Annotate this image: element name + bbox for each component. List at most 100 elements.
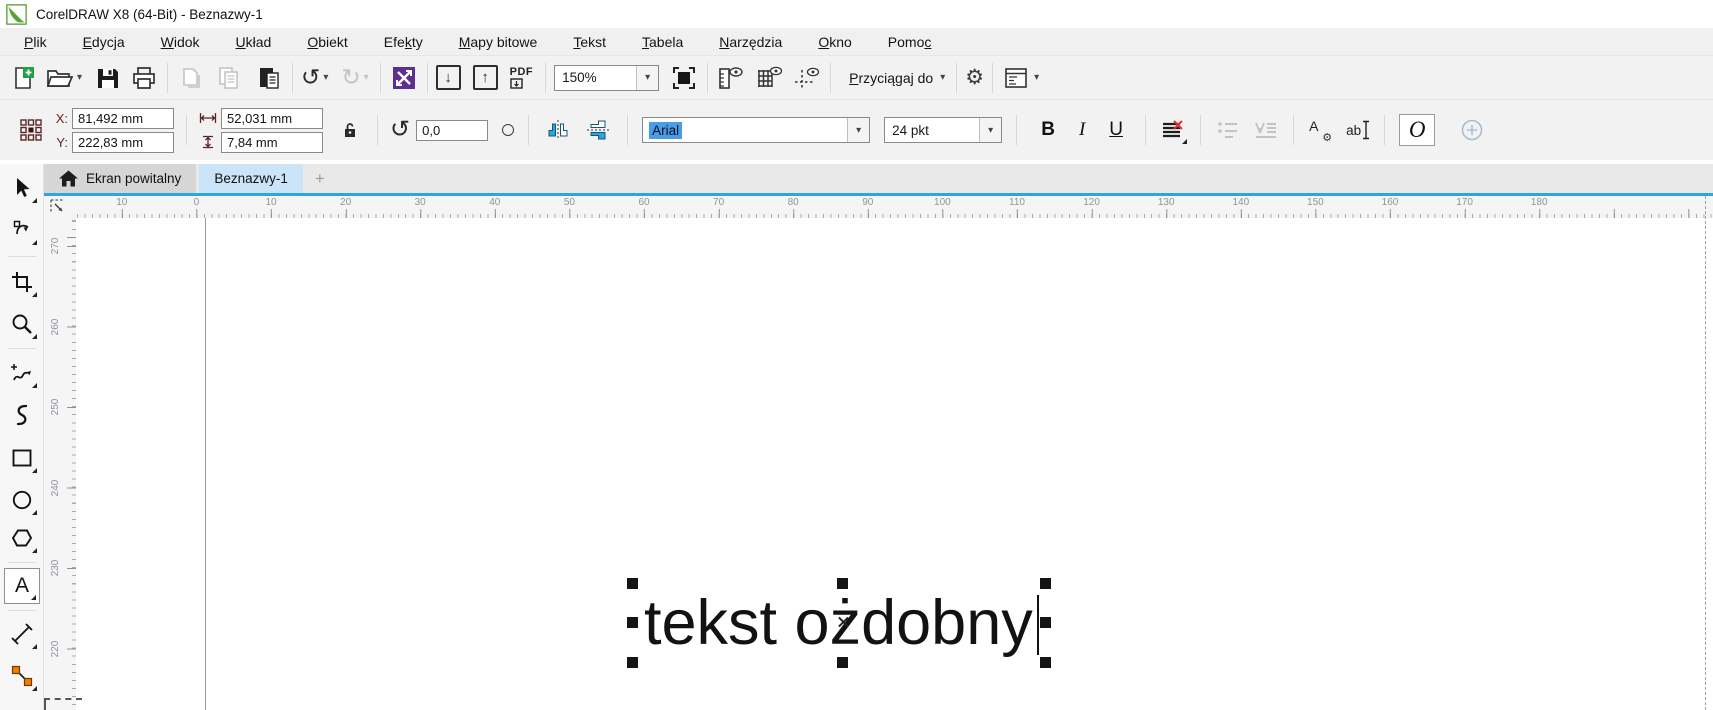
- toolbox: A: [0, 164, 44, 710]
- bulleted-list-button[interactable]: [1213, 115, 1243, 145]
- object-height-field[interactable]: 7,84 mm: [221, 131, 323, 153]
- workspace-dropdown-icon[interactable]: ▾: [1031, 72, 1042, 83]
- y-position-field[interactable]: 222,83 mm: [72, 131, 174, 153]
- new-tab-button[interactable]: +: [303, 164, 337, 193]
- text-tool[interactable]: A: [4, 568, 40, 604]
- selection-handle-bottom-left[interactable]: [627, 657, 638, 668]
- zoom-tool[interactable]: [4, 306, 40, 342]
- snap-to-dropdown-icon[interactable]: ▾: [937, 72, 948, 83]
- menu-narzedzia[interactable]: Narzędzia: [708, 30, 793, 54]
- fullscreen-preview-button[interactable]: [669, 63, 699, 93]
- ruler-origin-corner[interactable]: [44, 196, 76, 218]
- mirror-vertical-button[interactable]: [583, 115, 613, 145]
- font-size-dropdown-button[interactable]: ▾: [979, 118, 1002, 142]
- show-guidelines-button[interactable]: [792, 63, 822, 93]
- connector-tool[interactable]: [4, 658, 40, 694]
- zoom-dropdown-button[interactable]: ▾: [636, 65, 659, 90]
- zoom-level-combobox[interactable]: 150% ▾: [554, 64, 660, 91]
- character-formatting-button[interactable]: A ⚙: [1306, 118, 1332, 144]
- pick-tool[interactable]: [4, 170, 40, 206]
- menu-obiekt[interactable]: Obiekt: [296, 30, 358, 54]
- selection-handle-top-left[interactable]: [627, 578, 638, 589]
- rotation-icon: ↺: [390, 116, 411, 143]
- search-content-button[interactable]: [389, 63, 419, 93]
- new-document-button[interactable]: [8, 63, 38, 93]
- open-dropdown-icon[interactable]: ▾: [74, 72, 85, 83]
- cut-button[interactable]: [176, 63, 206, 93]
- menu-pomoc[interactable]: Pomoc: [877, 30, 943, 54]
- selection-handle-top-right[interactable]: [1040, 578, 1051, 589]
- font-name-value: Arial: [649, 121, 683, 139]
- edit-text-button[interactable]: ab: [1346, 120, 1370, 140]
- coreldraw-window: CorelDRAW X8 (64-Bit) - Beznazwy-1 Plik …: [0, 0, 1713, 710]
- export-button[interactable]: ↑: [472, 65, 498, 90]
- open-document-button[interactable]: [44, 63, 74, 93]
- menu-tekst[interactable]: Tekst: [562, 30, 617, 54]
- save-button[interactable]: [93, 63, 123, 93]
- drop-cap-button[interactable]: [1251, 115, 1281, 145]
- redo-icon[interactable]: ↻: [341, 66, 360, 89]
- undo-dropdown-icon[interactable]: ▾: [320, 72, 331, 83]
- paste-button[interactable]: [254, 63, 284, 93]
- menu-edycja[interactable]: Edycja: [72, 30, 136, 54]
- menu-efekty[interactable]: Efekty: [373, 30, 434, 54]
- standard-toolbar: ▾ ↺ ▾ ↻ ▾ ↓ ↑ PDF 150% ▾ Przyciągaj do ▾…: [0, 56, 1713, 100]
- opentype-interactive-button[interactable]: O: [1399, 114, 1436, 146]
- object-height-icon: [203, 135, 213, 149]
- import-button[interactable]: ↓: [435, 65, 461, 90]
- selection-handle-top-center[interactable]: [837, 578, 848, 589]
- bold-button[interactable]: B: [1031, 115, 1065, 145]
- font-list-dropdown-button[interactable]: ▾: [847, 118, 870, 142]
- font-size-combobox[interactable]: 24 pkt ▾: [884, 117, 1003, 143]
- menu-mapy-bitowe[interactable]: Mapy bitowe: [448, 30, 549, 54]
- font-list-combobox[interactable]: Arial ▾: [642, 117, 871, 143]
- menu-plik[interactable]: Plik: [13, 30, 58, 54]
- rectangle-tool[interactable]: [4, 440, 40, 476]
- publish-pdf-button[interactable]: PDF: [510, 66, 534, 89]
- menu-okno[interactable]: Okno: [807, 30, 862, 54]
- tab-welcome-screen[interactable]: Ekran powitalny: [44, 164, 197, 193]
- page-boundary-dashes: [44, 698, 82, 710]
- show-grid-button[interactable]: [754, 63, 784, 93]
- options-gear-icon[interactable]: ⚙: [965, 65, 984, 90]
- print-button[interactable]: [129, 63, 159, 93]
- italic-button[interactable]: I: [1065, 115, 1099, 145]
- underline-button[interactable]: U: [1099, 115, 1133, 145]
- lock-ratio-icon[interactable]: [335, 115, 365, 145]
- snap-to-button[interactable]: Przyciągaj do: [849, 70, 933, 86]
- ellipse-tool[interactable]: [4, 482, 40, 518]
- mirror-horizontal-button[interactable]: [543, 115, 573, 145]
- menu-uklad[interactable]: Układ: [225, 30, 283, 54]
- dimension-tool[interactable]: [4, 616, 40, 652]
- selection-handle-bottom-right[interactable]: [1040, 657, 1051, 668]
- menu-tabela[interactable]: Tabela: [631, 30, 694, 54]
- add-property-button[interactable]: [1457, 115, 1487, 145]
- freehand-tool[interactable]: [4, 355, 40, 391]
- selection-handle-middle-right[interactable]: [1040, 617, 1051, 628]
- shape-tool[interactable]: [4, 212, 40, 248]
- copy-button[interactable]: [214, 63, 244, 93]
- title-bar: CorelDRAW X8 (64-Bit) - Beznazwy-1: [0, 0, 1713, 28]
- rotation-angle-field[interactable]: 0,0: [416, 119, 489, 141]
- workspace-button[interactable]: [1001, 63, 1031, 93]
- x-position-field[interactable]: 81,492 mm: [72, 107, 174, 129]
- polygon-tool[interactable]: [4, 520, 40, 556]
- selection-center-marker[interactable]: [838, 616, 850, 628]
- vertical-ruler[interactable]: 270 260 250 240 230 220: [44, 218, 76, 710]
- show-rulers-button[interactable]: [716, 63, 746, 93]
- tab-document[interactable]: Beznazwy-1: [199, 164, 303, 193]
- menu-bar: Plik Edycja Widok Układ Obiekt Efekty Ma…: [0, 28, 1713, 56]
- object-width-field[interactable]: 52,031 mm: [221, 107, 323, 129]
- home-icon: [59, 170, 78, 187]
- selection-handle-middle-left[interactable]: [627, 617, 638, 628]
- curve-tool[interactable]: [4, 397, 40, 433]
- menu-widok[interactable]: Widok: [150, 30, 211, 54]
- redo-dropdown-icon[interactable]: ▾: [361, 72, 372, 83]
- horizontal-ruler[interactable]: 10 0 10 20 30 40 50 60 70 80 90 100 110 120 130 140 150 1…: [76, 196, 1713, 218]
- undo-icon[interactable]: ↺: [301, 66, 320, 89]
- crop-tool[interactable]: [4, 264, 40, 300]
- selection-handle-bottom-center[interactable]: [837, 657, 848, 668]
- drawing-canvas[interactable]: tekst ożdobny: [76, 218, 1713, 710]
- x-position-label: X:: [55, 110, 68, 126]
- text-alignment-button[interactable]: [1158, 115, 1188, 145]
